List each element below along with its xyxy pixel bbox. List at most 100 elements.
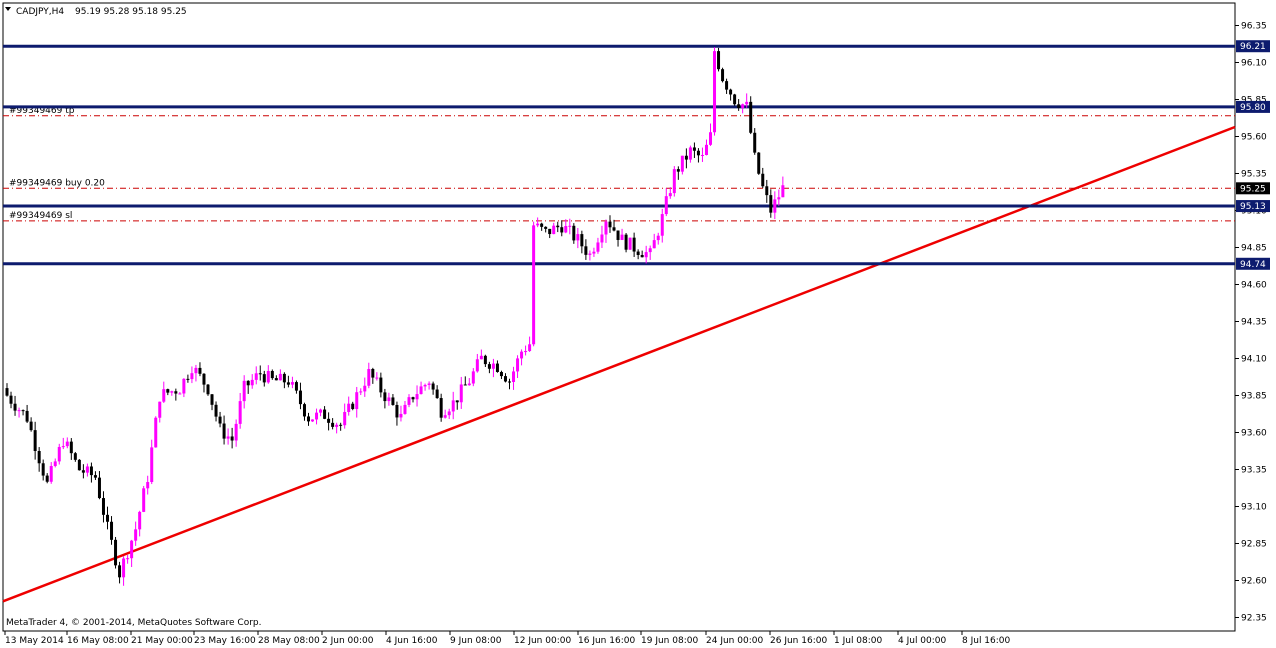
order-line-label: #99349469 sl xyxy=(9,211,72,221)
price-level-label: 95.80 xyxy=(1240,103,1266,113)
candle-body xyxy=(230,436,234,441)
candle-body xyxy=(704,144,708,155)
candle-body xyxy=(584,246,588,255)
candle-body xyxy=(242,380,246,402)
candle-body xyxy=(749,101,753,133)
candle-body xyxy=(278,373,282,381)
candle-body xyxy=(45,475,49,482)
candle-body xyxy=(499,371,503,377)
y-tick-label: 95.60 xyxy=(1241,133,1267,143)
candle-body xyxy=(411,397,415,400)
candle-body xyxy=(77,459,81,471)
candle-body xyxy=(363,385,367,392)
candle-body xyxy=(327,418,331,423)
candle-body xyxy=(769,195,773,213)
candle-body xyxy=(359,391,363,393)
x-tick-label: 1 Jul 08:00 xyxy=(834,636,883,646)
candle-body xyxy=(548,228,552,235)
x-axis: 13 May 2014 16 May 08:00 21 May 00:00 23 Ma… xyxy=(4,631,1011,646)
candle-body xyxy=(186,378,190,380)
candle-body xyxy=(612,227,616,231)
candle-body xyxy=(65,441,69,447)
candle-body xyxy=(33,430,37,451)
y-tick-label: 93.60 xyxy=(1241,429,1267,439)
candle-body xyxy=(672,169,676,194)
candle-body xyxy=(512,371,516,382)
candle-body xyxy=(403,404,407,414)
candle-body xyxy=(331,422,335,427)
y-tick-label: 92.85 xyxy=(1241,540,1267,550)
candle-body xyxy=(198,367,202,374)
price-chart[interactable]: #99349469 tp#99349469 buy 0.20#99349469 … xyxy=(0,0,1276,648)
candle-body xyxy=(5,388,9,396)
candle-body xyxy=(347,403,351,412)
candle-body xyxy=(49,466,53,482)
candle-body xyxy=(25,410,29,422)
candle-body xyxy=(640,254,644,258)
candle-body xyxy=(178,393,182,395)
candle-body xyxy=(214,404,218,417)
candle-body xyxy=(290,382,294,385)
x-tick-label: 12 Jun 00:00 xyxy=(514,636,571,646)
candle-body xyxy=(459,384,463,403)
candle-body xyxy=(620,234,624,240)
candle-body xyxy=(85,466,89,473)
candle-body xyxy=(729,89,733,95)
y-tick-label: 95.35 xyxy=(1241,170,1267,180)
candle-body xyxy=(572,225,576,241)
order-line-label: #99349469 buy 0.20 xyxy=(9,178,105,188)
candle-body xyxy=(323,409,327,419)
candle-body xyxy=(725,81,729,90)
candle-body xyxy=(150,447,154,483)
candle-body xyxy=(250,379,254,386)
candle-body xyxy=(138,511,142,530)
candle-body xyxy=(391,397,395,405)
candle-body xyxy=(130,540,134,559)
candle-body xyxy=(624,234,628,250)
candle-body xyxy=(307,416,310,422)
candle-body xyxy=(234,423,238,441)
symbol-timeframe: CADJPY,H4 xyxy=(16,7,64,17)
candle-body xyxy=(298,390,302,405)
candle-body xyxy=(162,389,166,402)
y-tick-label: 93.35 xyxy=(1241,466,1267,476)
candle-body xyxy=(552,225,556,235)
candle-body xyxy=(495,363,499,372)
candle-body xyxy=(467,383,471,386)
candle-body xyxy=(339,424,343,426)
candle-body xyxy=(106,514,109,522)
candle-body xyxy=(600,234,604,243)
candle-body xyxy=(311,419,315,422)
candle-body xyxy=(407,397,411,405)
y-tick-label: 92.35 xyxy=(1241,614,1267,624)
y-axis: 96.3596.1095.8595.6095.3595.1094.8594.60… xyxy=(1235,22,1270,624)
candle-body xyxy=(315,412,319,420)
candle-body xyxy=(53,461,57,467)
candle-body xyxy=(110,521,114,540)
candle-body xyxy=(97,477,101,499)
candle-body xyxy=(717,51,721,70)
y-tick-label: 93.10 xyxy=(1241,503,1267,513)
candle-body xyxy=(9,395,13,404)
plot-background xyxy=(2,2,1236,632)
candle-body xyxy=(656,235,660,241)
candle-body xyxy=(773,199,777,213)
candle-body xyxy=(696,150,700,156)
y-tick-label: 96.35 xyxy=(1241,22,1267,32)
candle-body xyxy=(463,384,467,386)
candle-body xyxy=(439,398,443,418)
y-tick-label: 94.10 xyxy=(1241,355,1267,365)
x-tick-label: 8 Jul 16:00 xyxy=(962,636,1011,646)
candle-body xyxy=(194,367,198,374)
candle-body xyxy=(81,470,85,473)
candle-body xyxy=(158,401,162,418)
candle-body xyxy=(709,132,712,145)
candle-body xyxy=(37,450,41,464)
current-price-label: 95.25 xyxy=(1240,184,1266,194)
candle-body xyxy=(419,386,423,395)
chart-header: CADJPY,H4 95.19 95.28 95.18 95.25 xyxy=(5,7,187,17)
candle-body xyxy=(475,359,479,372)
candle-body xyxy=(713,51,717,133)
candle-body xyxy=(379,377,383,393)
y-tick-label: 94.35 xyxy=(1241,318,1267,328)
